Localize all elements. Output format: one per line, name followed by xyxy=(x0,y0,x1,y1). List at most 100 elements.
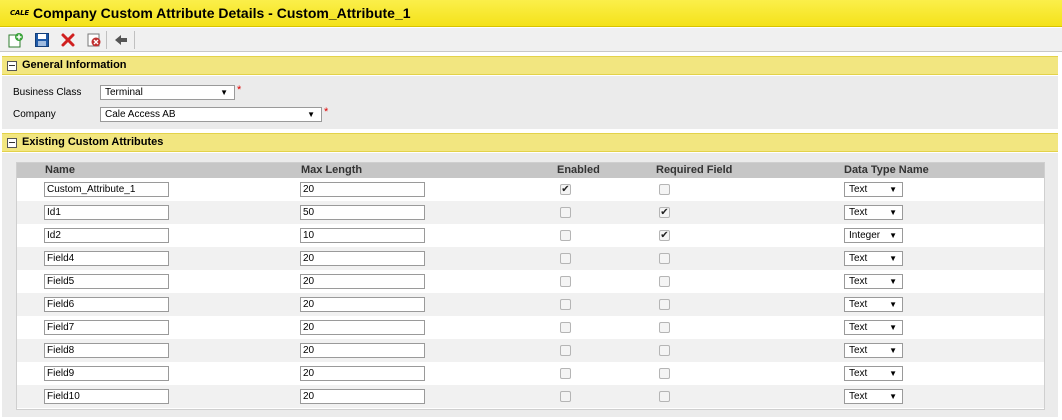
section-title: Existing Custom Attributes xyxy=(22,136,164,148)
company-label: Company xyxy=(13,109,56,120)
table-row: Field10 20 Text ▼ xyxy=(17,385,1044,408)
new-button[interactable] xyxy=(7,31,25,49)
delete-button[interactable] xyxy=(59,31,77,49)
data-type-value: Text xyxy=(849,276,868,287)
enabled-checkbox[interactable] xyxy=(560,299,571,310)
toolbar-separator xyxy=(106,31,107,49)
max-length-input[interactable]: 20 xyxy=(300,251,425,266)
name-input[interactable]: Id1 xyxy=(44,205,169,220)
name-input[interactable]: Field9 xyxy=(44,366,169,381)
dropdown-arrow-icon: ▼ xyxy=(889,185,897,194)
column-header-data-type: Data Type Name xyxy=(844,164,929,176)
business-class-value: Terminal xyxy=(105,87,143,98)
required-checkbox[interactable] xyxy=(659,391,670,402)
required-marker: * xyxy=(324,106,329,118)
column-header-max-length: Max Length xyxy=(301,164,363,176)
delete-icon xyxy=(61,33,75,47)
required-checkbox[interactable] xyxy=(659,345,670,356)
data-type-select[interactable]: Text ▼ xyxy=(844,389,903,404)
business-class-select[interactable]: Terminal ▼ xyxy=(100,85,235,100)
data-type-select[interactable]: Integer ▼ xyxy=(844,228,903,243)
data-type-select[interactable]: Text ▼ xyxy=(844,297,903,312)
undo-button[interactable] xyxy=(85,31,103,49)
data-type-select[interactable]: Text ▼ xyxy=(844,182,903,197)
enabled-checkbox[interactable] xyxy=(560,368,571,379)
max-length-input[interactable]: 20 xyxy=(300,366,425,381)
table-row: Field4 20 Text ▼ xyxy=(17,247,1044,270)
max-length-input[interactable]: 20 xyxy=(300,182,425,197)
max-length-input[interactable]: 20 xyxy=(300,320,425,335)
existing-attributes-header[interactable]: Existing Custom Attributes xyxy=(2,133,1058,152)
table-row: Field8 20 Text ▼ xyxy=(17,339,1044,362)
toolbar-separator xyxy=(134,31,135,49)
save-button[interactable] xyxy=(33,31,51,49)
back-button[interactable] xyxy=(112,31,130,49)
enabled-checkbox[interactable]: ✔ xyxy=(560,184,571,195)
data-type-value: Integer xyxy=(849,230,881,241)
collapse-icon[interactable] xyxy=(7,138,17,148)
required-checkbox[interactable] xyxy=(659,253,670,264)
data-type-select[interactable]: Text ▼ xyxy=(844,320,903,335)
data-type-value: Text xyxy=(849,299,868,310)
dropdown-arrow-icon: ▼ xyxy=(889,300,897,309)
name-input[interactable]: Field6 xyxy=(44,297,169,312)
data-type-value: Text xyxy=(849,184,868,195)
column-header-name: Name xyxy=(45,164,75,176)
name-input[interactable]: Custom_Attribute_1 xyxy=(44,182,169,197)
dropdown-arrow-icon: ▼ xyxy=(307,110,315,119)
data-type-select[interactable]: Text ▼ xyxy=(844,343,903,358)
data-type-select[interactable]: Text ▼ xyxy=(844,366,903,381)
dropdown-arrow-icon: ▼ xyxy=(889,208,897,217)
enabled-checkbox[interactable] xyxy=(560,253,571,264)
required-checkbox[interactable] xyxy=(659,184,670,195)
required-checkbox[interactable] xyxy=(659,299,670,310)
section-title: General Information xyxy=(22,59,127,71)
new-icon xyxy=(8,33,23,48)
table-row: Custom_Attribute_1 20 ✔ Text ▼ xyxy=(17,178,1044,201)
collapse-icon[interactable] xyxy=(7,61,17,71)
max-length-input[interactable]: 50 xyxy=(300,205,425,220)
table-row: Field7 20 Text ▼ xyxy=(17,316,1044,339)
table-row: Field9 20 Text ▼ xyxy=(17,362,1044,385)
required-checkbox[interactable] xyxy=(659,276,670,287)
max-length-input[interactable]: 20 xyxy=(300,297,425,312)
enabled-checkbox[interactable] xyxy=(560,391,571,402)
data-type-select[interactable]: Text ▼ xyxy=(844,251,903,266)
data-type-value: Text xyxy=(849,391,868,402)
name-input[interactable]: Field7 xyxy=(44,320,169,335)
enabled-checkbox[interactable] xyxy=(560,322,571,333)
max-length-input[interactable]: 20 xyxy=(300,274,425,289)
enabled-checkbox[interactable] xyxy=(560,207,571,218)
name-input[interactable]: Field8 xyxy=(44,343,169,358)
dropdown-arrow-icon: ▼ xyxy=(889,254,897,263)
dropdown-arrow-icon: ▼ xyxy=(220,88,228,97)
page-title: Company Custom Attribute Details - Custo… xyxy=(33,5,411,21)
name-input[interactable]: Field10 xyxy=(44,389,169,404)
max-length-input[interactable]: 20 xyxy=(300,343,425,358)
table-row: Id1 50 ✔ Text ▼ xyxy=(17,201,1044,224)
max-length-input[interactable]: 20 xyxy=(300,389,425,404)
dropdown-arrow-icon: ▼ xyxy=(889,369,897,378)
general-information-header[interactable]: General Information xyxy=(2,56,1058,75)
data-type-value: Text xyxy=(849,322,868,333)
enabled-checkbox[interactable] xyxy=(560,276,571,287)
table-row: Id2 10 ✔ Integer ▼ xyxy=(17,224,1044,247)
enabled-checkbox[interactable] xyxy=(560,230,571,241)
name-input[interactable]: Field4 xyxy=(44,251,169,266)
enabled-checkbox[interactable] xyxy=(560,345,571,356)
table-header: Name Max Length Enabled Required Field D… xyxy=(17,163,1044,178)
required-checkbox[interactable] xyxy=(659,322,670,333)
data-type-select[interactable]: Text ▼ xyxy=(844,274,903,289)
name-input[interactable]: Id2 xyxy=(44,228,169,243)
required-checkbox[interactable]: ✔ xyxy=(659,230,670,241)
app-logo: CALE xyxy=(10,9,29,17)
data-type-select[interactable]: Text ▼ xyxy=(844,205,903,220)
company-select[interactable]: Cale Access AB ▼ xyxy=(100,107,322,122)
name-input[interactable]: Field5 xyxy=(44,274,169,289)
dropdown-arrow-icon: ▼ xyxy=(889,346,897,355)
required-checkbox[interactable] xyxy=(659,368,670,379)
toolbar xyxy=(0,28,1062,52)
required-checkbox[interactable]: ✔ xyxy=(659,207,670,218)
data-type-value: Text xyxy=(849,253,868,264)
max-length-input[interactable]: 10 xyxy=(300,228,425,243)
